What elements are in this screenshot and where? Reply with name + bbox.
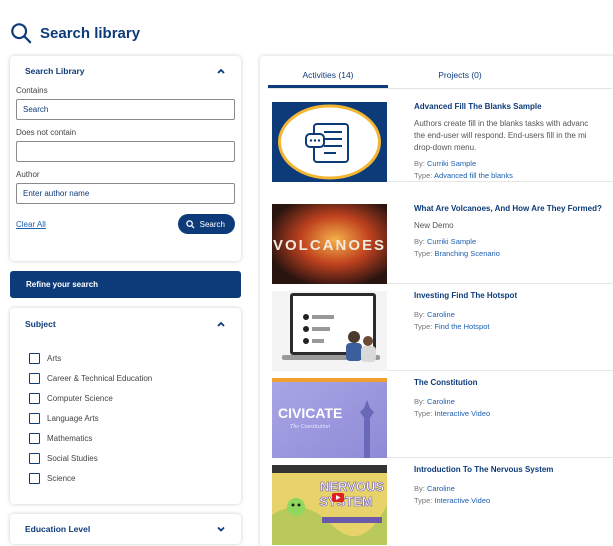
subject-option-computer-science[interactable]: Computer Science <box>29 388 241 408</box>
results-panel: Activities (14) Projects (0) Advanced Fi… <box>260 56 613 546</box>
tab-activities[interactable]: Activities (14) <box>268 56 388 88</box>
not-contain-input[interactable] <box>16 141 235 162</box>
search-icon <box>11 23 32 44</box>
search-library-header[interactable]: Search Library <box>10 56 241 86</box>
checkbox[interactable] <box>29 392 40 404</box>
checkbox[interactable] <box>29 452 40 464</box>
contains-input[interactable] <box>16 99 235 120</box>
tab-projects[interactable]: Projects (0) <box>400 56 520 88</box>
thumbnail-image[interactable]: CIVICATE The Constitution <box>272 378 387 458</box>
subject-list: Arts Career & Technical Education Comput… <box>10 340 241 488</box>
result-item[interactable]: VOLCANOES What Are Volcanoes, And How Ar… <box>272 204 613 284</box>
subject-header[interactable]: Subject <box>10 308 241 340</box>
result-title[interactable]: Advanced Fill The Blanks Sample <box>414 102 613 111</box>
checkbox[interactable] <box>29 372 40 384</box>
education-level-title: Education Level <box>25 524 91 534</box>
result-item[interactable]: CIVICATE The Constitution The Constituti… <box>272 378 613 458</box>
result-author: By: Caroline <box>414 397 455 406</box>
checkbox[interactable] <box>29 412 40 424</box>
page-title: Search library <box>40 24 141 42</box>
search-library-panel: Search Library Contains Does not contain… <box>10 56 241 261</box>
result-description: Authors create fill in the blanks tasks … <box>414 119 589 152</box>
clear-all-link[interactable]: Clear All <box>16 220 46 229</box>
svg-text:VOLCANOES: VOLCANOES <box>273 237 386 254</box>
checkbox[interactable] <box>29 432 40 444</box>
result-item[interactable]: Investing Find The Hotspot By: Caroline … <box>272 291 613 371</box>
checkbox[interactable] <box>29 352 40 364</box>
search-button[interactable]: Search <box>177 214 235 234</box>
checkbox[interactable] <box>29 472 40 484</box>
svg-text:NERVOUS: NERVOUS <box>320 479 384 494</box>
result-author: By: Caroline <box>414 484 455 493</box>
subject-option-language-arts[interactable]: Language Arts <box>29 408 241 428</box>
education-level-panel: Education Level <box>10 514 241 544</box>
result-title[interactable]: The Constitution <box>414 378 613 387</box>
result-type: Type: Interactive Video <box>414 409 491 418</box>
result-title[interactable]: What Are Volcanoes, And How Are They For… <box>414 204 613 213</box>
subject-title: Subject <box>25 319 56 329</box>
author-label: Author <box>16 170 40 179</box>
svg-text:The Constitution: The Constitution <box>290 424 330 430</box>
subject-option-mathematics[interactable]: Mathematics <box>29 428 241 448</box>
result-author: By: Caroline <box>414 310 455 319</box>
thumbnail-image[interactable]: VOLCANOES <box>272 204 387 284</box>
svg-text:CIVICATE: CIVICATE <box>278 405 342 421</box>
thumbnail-image[interactable] <box>272 291 387 371</box>
chevron-up-icon[interactable] <box>216 319 226 329</box>
author-input[interactable] <box>16 183 235 204</box>
subject-option-social-studies[interactable]: Social Studies <box>29 448 241 468</box>
result-author: By: Curriki Sample <box>414 237 477 246</box>
result-title[interactable]: Introduction To The Nervous System <box>414 465 613 474</box>
result-description: New Demo <box>414 221 454 230</box>
result-type: Type: Branching Scenario <box>414 249 500 258</box>
thumbnail-image[interactable]: NERVOUS SYSTEM <box>272 465 387 545</box>
search-button-label: Search <box>199 219 225 229</box>
thumbnail-image[interactable] <box>272 102 387 182</box>
svg-text:SYSTEM: SYSTEM <box>319 494 372 509</box>
result-type: Type: Advanced fill the blanks <box>414 171 513 180</box>
chevron-up-icon[interactable] <box>216 66 226 76</box>
search-icon <box>185 219 195 229</box>
chevron-down-icon[interactable] <box>216 524 226 534</box>
subject-filter-panel: Subject Arts Career & Technical Educatio… <box>10 308 241 504</box>
education-level-header[interactable]: Education Level <box>10 514 241 544</box>
not-contain-label: Does not contain <box>16 128 77 137</box>
result-item[interactable]: Advanced Fill The Blanks Sample Authors … <box>272 102 613 182</box>
search-library-title: Search Library <box>25 66 85 76</box>
result-type: Type: Find the Hotspot <box>414 322 490 331</box>
result-tabs: Activities (14) Projects (0) <box>268 56 612 89</box>
page-header: Search library <box>10 22 140 44</box>
refine-search-button[interactable]: Refine your search <box>10 271 241 298</box>
result-author: By: Curriki Sample <box>414 159 477 168</box>
subject-option-arts[interactable]: Arts <box>29 348 241 368</box>
result-type: Type: Interactive Video <box>414 496 491 505</box>
result-title[interactable]: Investing Find The Hotspot <box>414 291 613 300</box>
result-item[interactable]: NERVOUS SYSTEM Introduction To The Nervo… <box>272 465 613 545</box>
subject-option-cte[interactable]: Career & Technical Education <box>29 368 241 388</box>
subject-option-science[interactable]: Science <box>29 468 241 488</box>
contains-label: Contains <box>16 86 48 95</box>
